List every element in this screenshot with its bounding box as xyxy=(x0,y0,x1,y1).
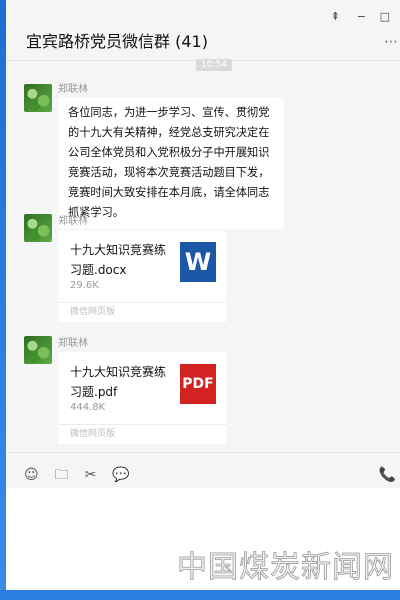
folder-icon[interactable]: 🗀 xyxy=(55,468,69,482)
file-card-docx[interactable]: 十九大知识竞赛练习题.docx 29.6K W xyxy=(58,230,226,308)
avatar[interactable] xyxy=(24,336,52,364)
chat-title: 宜宾路桥党员微信群 (41) xyxy=(26,32,208,51)
file-name: 十九大知识竞赛练习题.pdf xyxy=(70,365,167,399)
file-name: 十九大知识竞赛练习题.docx xyxy=(70,243,167,277)
chat-toolbar: ☺ 🗀 ✂ 💬 xyxy=(24,468,130,482)
file-size: 29.6K xyxy=(70,280,99,291)
minimize-button[interactable]: − xyxy=(357,10,366,23)
more-options-icon[interactable]: ⋯ xyxy=(384,34,398,50)
time-label: 10:54 xyxy=(196,59,232,71)
message-bubble: 各位同志，为进一步学习、宣传、贯彻党的十九大有关精神，经党总支研究决定在公司全体… xyxy=(58,97,284,229)
chat-bubble-icon[interactable]: 💬 xyxy=(112,468,129,482)
sender-name: 郑联林 xyxy=(58,338,88,349)
phone-icon[interactable]: 📞 xyxy=(379,467,396,483)
toolbar-divider xyxy=(6,452,400,453)
maximize-button[interactable]: □ xyxy=(380,10,390,23)
message-text: 各位同志，为进一步学习、宣传、贯彻党的十九大有关精神，经党总支研究决定在公司全体… xyxy=(68,106,270,219)
chat-header: 宜宾路桥党员微信群 (41) ⇞ − □ ⋯ xyxy=(6,0,400,61)
pin-icon[interactable]: ⇞ xyxy=(331,10,340,23)
scissors-icon[interactable]: ✂ xyxy=(85,468,97,482)
emoji-icon[interactable]: ☺ xyxy=(24,468,39,482)
avatar[interactable] xyxy=(24,84,52,112)
file-card-pdf[interactable]: 十九大知识竞赛练习题.pdf 444.8K PDF xyxy=(58,352,226,430)
avatar[interactable] xyxy=(24,214,52,242)
pdf-file-icon: PDF xyxy=(180,364,216,404)
file-source: 微信网页版 xyxy=(58,302,226,322)
sender-name: 郑联林 xyxy=(58,84,88,95)
watermark: 中国煤炭新闻网 xyxy=(177,550,394,586)
sender-name: 郑联林 xyxy=(58,216,88,227)
word-file-icon: W xyxy=(180,242,216,282)
file-source: 微信网页版 xyxy=(58,424,226,444)
chat-window: 宜宾路桥党员微信群 (41) ⇞ − □ ⋯ 10:54 郑联林 各位同志，为进… xyxy=(6,0,400,590)
file-size: 444.8K xyxy=(70,402,106,413)
bottom-blue-strip xyxy=(0,590,400,600)
